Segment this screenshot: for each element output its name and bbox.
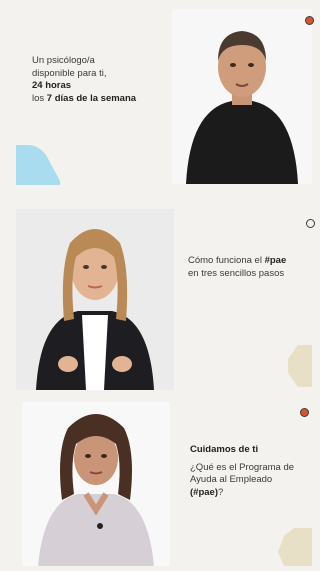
card-2-line1: Cómo funciona el #pae [188,255,287,266]
red-dot-decoration [305,16,314,25]
video-thumbnail-woman-1[interactable] [16,209,174,390]
video-thumbnail-man[interactable] [172,9,312,184]
card-3-line2: Ayuda al Empleado [190,474,273,485]
card-2-text: Cómo funciona el #pae en tres sencillos … [188,255,308,280]
card-1-line4: los 7 días de la semana [32,92,137,104]
card-3-title: Cuidamos de ti [190,444,259,455]
red-dot-decoration-2 [300,408,309,417]
card-1-line1: Un psicólogo/a [32,55,95,66]
card-3-hashtag: (#pae) [190,486,218,498]
sand-hexagon-decoration-2 [278,528,312,571]
card-3-text: Cuidamos de ti ¿Qué es el Programa de Ay… [190,444,310,499]
card-2-hashtag: #pae [264,255,287,266]
video-card-2[interactable]: Cómo funciona el #pae en tres sencillos … [0,205,315,392]
card-1-text: Un psicólogo/a disponible para ti, 24 ho… [32,55,172,105]
dot-decoration [306,219,315,228]
video-card-1[interactable]: Un psicólogo/a disponible para ti, 24 ho… [0,0,314,190]
card-2-line2: en tres sencillos pasos [188,267,285,279]
card-1-highlight-hours: 24 horas [32,80,72,91]
video-card-3[interactable]: Cuidamos de ti ¿Qué es el Programa de Ay… [0,398,312,566]
card-3-line1: ¿Qué es el Programa de [190,461,295,473]
blue-shape-decoration [16,145,62,190]
card-3-line3: (#pae)? [190,486,224,498]
card-1-line2: disponible para ti, [32,67,107,79]
video-thumbnail-woman-2[interactable] [22,402,170,566]
card-1-highlight-days: 7 días de la semana [46,92,137,104]
sand-hexagon-decoration [284,345,312,392]
